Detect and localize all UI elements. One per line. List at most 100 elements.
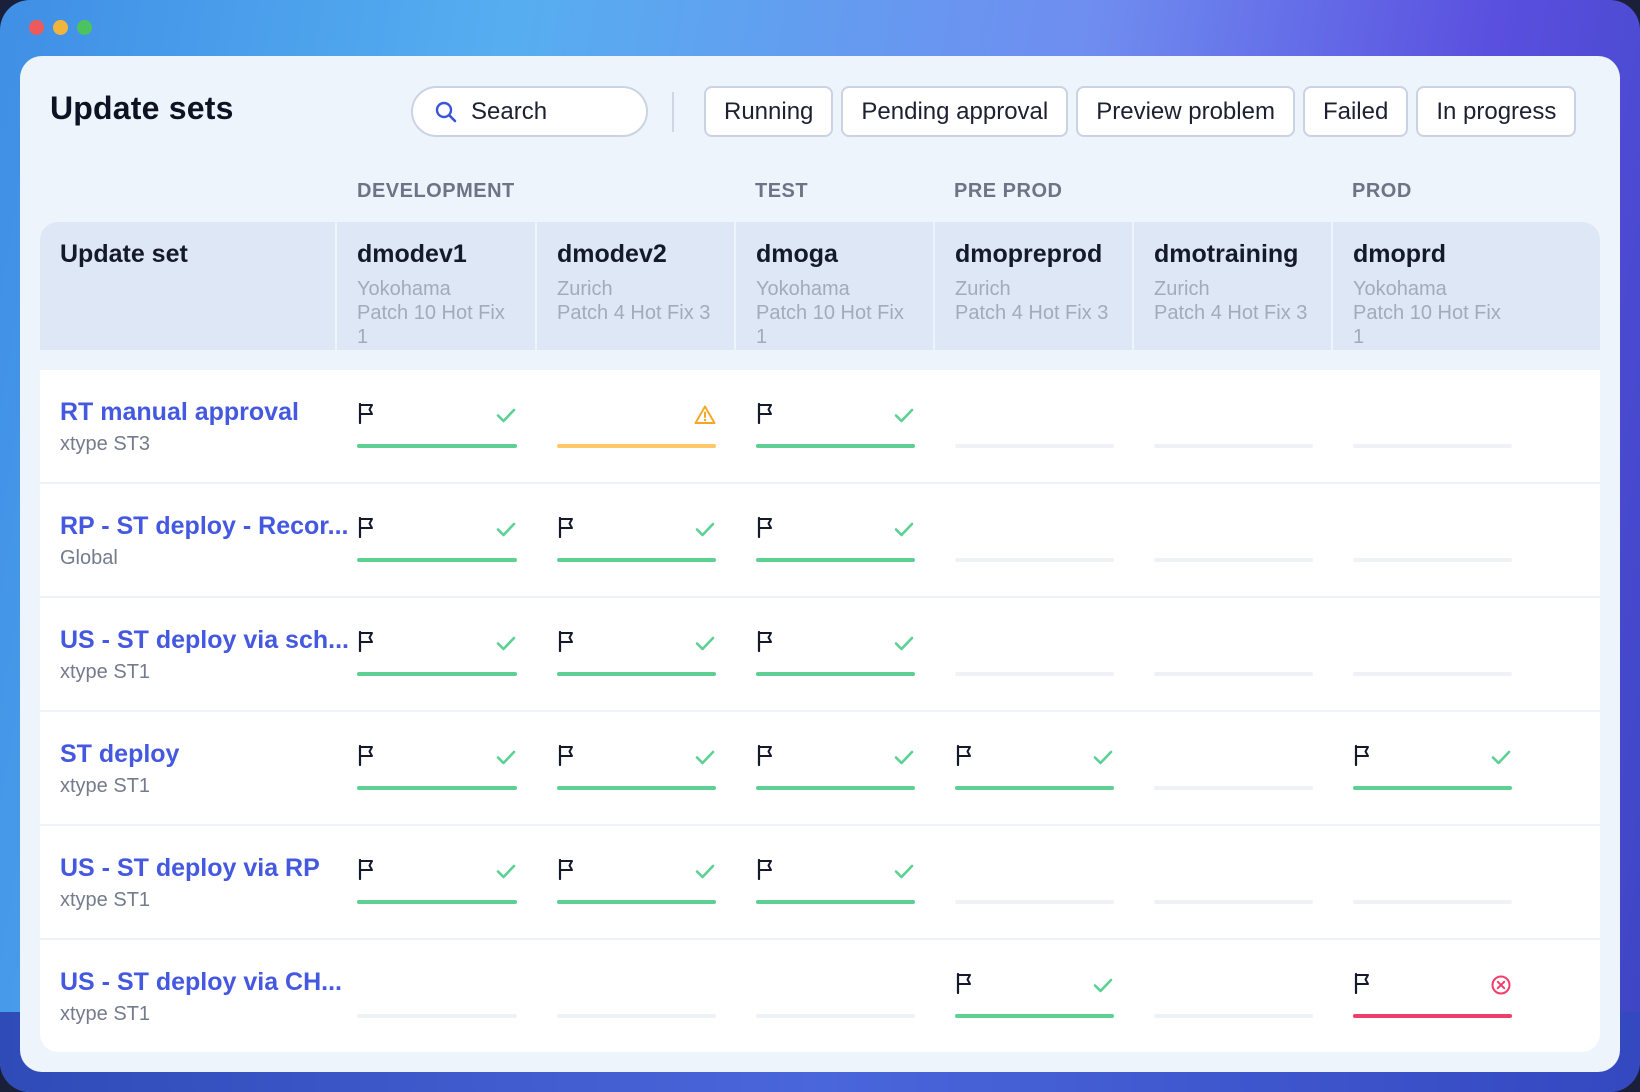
deployment-status-cell[interactable]	[1333, 940, 1532, 1052]
status-none	[557, 972, 716, 1018]
status-none	[955, 402, 1114, 448]
status-bar	[357, 786, 517, 790]
status-bar	[1353, 900, 1512, 904]
check-icon	[894, 408, 914, 423]
status-none	[1154, 858, 1313, 904]
check-icon	[496, 636, 516, 651]
update-set-link[interactable]: US - ST deploy via CH...	[60, 968, 342, 997]
deployment-status-cell[interactable]	[537, 484, 736, 598]
status-bar	[1154, 1014, 1313, 1018]
column-header-label: Update set	[60, 240, 188, 268]
update-set-link[interactable]: US - ST deploy via sch...	[60, 626, 349, 655]
status-bar	[357, 672, 517, 676]
deployment-status-cell[interactable]	[935, 940, 1134, 1052]
status-none	[1353, 516, 1512, 562]
status-bar	[756, 786, 915, 790]
update-set-link[interactable]: RP - ST deploy - Recor...	[60, 512, 349, 541]
deployment-status-cell[interactable]	[337, 712, 537, 826]
filter-running[interactable]: Running	[704, 86, 834, 137]
deployment-status-cell[interactable]	[337, 826, 537, 940]
status-bar	[955, 672, 1114, 676]
search-input[interactable]: Search	[411, 86, 648, 137]
status-none	[1154, 744, 1313, 790]
check-icon	[894, 750, 914, 765]
status-none	[1353, 402, 1512, 448]
deployment-status-cell[interactable]	[736, 826, 935, 940]
status-bar	[955, 900, 1114, 904]
deployment-status-cell[interactable]	[736, 370, 935, 484]
instance-name: dmodev1	[357, 240, 467, 268]
error-circle-icon	[1491, 975, 1511, 995]
update-set-link[interactable]: ST deploy	[60, 740, 337, 769]
status-none	[955, 858, 1114, 904]
deployment-status-cell	[337, 940, 537, 1052]
close-window-button[interactable]	[29, 20, 44, 35]
deployment-status-cell[interactable]	[736, 712, 935, 826]
status-bar	[756, 900, 915, 904]
maximize-window-button[interactable]	[77, 20, 92, 35]
deployment-status-cell	[935, 598, 1134, 712]
instance-name: dmoprd	[1353, 240, 1447, 268]
deployment-status-cell[interactable]	[736, 598, 935, 712]
status-bar	[1353, 672, 1512, 676]
status-none	[1353, 630, 1512, 676]
status-warning	[557, 402, 716, 448]
search-placeholder: Search	[471, 97, 548, 125]
instance-name: dmoga	[756, 240, 838, 268]
status-success	[557, 630, 716, 676]
deployment-status-cell[interactable]	[1333, 712, 1532, 826]
flag-icon	[358, 516, 373, 539]
status-bar	[1353, 786, 1512, 790]
update-set-cell: RT manual approval xtype ST3	[40, 370, 337, 484]
column-header-instance[interactable]: dmotraining Zurich Patch 4 Hot Fix 3	[1134, 222, 1333, 350]
filter-pending-approval[interactable]: Pending approval	[841, 86, 1069, 137]
column-header-instance[interactable]: dmoprd Yokohama Patch 10 Hot Fix 1	[1333, 222, 1532, 350]
filter-preview-problem[interactable]: Preview problem	[1076, 86, 1295, 137]
column-header-instance[interactable]: dmodev2 Zurich Patch 4 Hot Fix 3	[537, 222, 736, 350]
main-window: Update sets Search Running Pending appro…	[20, 56, 1620, 1072]
table-row: RP - ST deploy - Recor... Global	[40, 484, 1600, 598]
status-bar	[955, 558, 1114, 562]
instance-version: Patch 10 Hot Fix 1	[1353, 302, 1501, 348]
deployment-status-cell	[1134, 826, 1333, 940]
deployment-status-cell[interactable]	[537, 826, 736, 940]
status-none	[1154, 516, 1313, 562]
deployment-status-cell[interactable]	[736, 484, 935, 598]
status-bar	[1353, 1014, 1512, 1018]
instance-version: Patch 10 Hot Fix 1	[357, 302, 505, 348]
status-success	[557, 516, 716, 562]
update-set-link[interactable]: US - ST deploy via RP	[60, 854, 337, 883]
deployment-status-cell[interactable]	[337, 484, 537, 598]
update-set-link[interactable]: RT manual approval	[60, 398, 337, 427]
status-success	[357, 402, 517, 448]
status-bar	[357, 444, 517, 448]
deployment-status-cell[interactable]	[537, 598, 736, 712]
check-icon	[695, 750, 715, 765]
status-none	[955, 630, 1114, 676]
minimize-window-button[interactable]	[53, 20, 68, 35]
filter-failed[interactable]: Failed	[1302, 86, 1409, 137]
flag-icon	[558, 744, 573, 767]
deployment-status-cell[interactable]	[337, 370, 537, 484]
environment-label: PRE PROD	[954, 180, 1063, 202]
instance-version: Patch 4 Hot Fix 3	[955, 302, 1109, 324]
column-header-instance[interactable]: dmopreprod Zurich Patch 4 Hot Fix 3	[935, 222, 1134, 350]
filter-in-progress[interactable]: In progress	[1416, 86, 1577, 137]
update-set-cell: US - ST deploy via RP xtype ST1	[40, 826, 337, 940]
deployment-status-cell[interactable]	[537, 712, 736, 826]
table-row: US - ST deploy via sch... xtype ST1	[40, 598, 1600, 712]
check-icon	[695, 864, 715, 879]
column-header-instance[interactable]: dmoga Yokohama Patch 10 Hot Fix 1	[736, 222, 935, 350]
deployment-status-cell	[1333, 598, 1532, 712]
status-bar	[955, 444, 1114, 448]
deployment-status-cell[interactable]	[337, 598, 537, 712]
search-icon	[435, 101, 457, 122]
deployment-status-cell[interactable]	[537, 370, 736, 484]
flag-icon	[1354, 972, 1369, 995]
deployment-status-cell	[1134, 370, 1333, 484]
deployment-status-cell[interactable]	[935, 712, 1134, 826]
status-bar	[756, 444, 915, 448]
warning-icon	[694, 405, 716, 424]
column-header-instance[interactable]: dmodev1 Yokohama Patch 10 Hot Fix 1	[337, 222, 537, 350]
status-none	[1154, 630, 1313, 676]
